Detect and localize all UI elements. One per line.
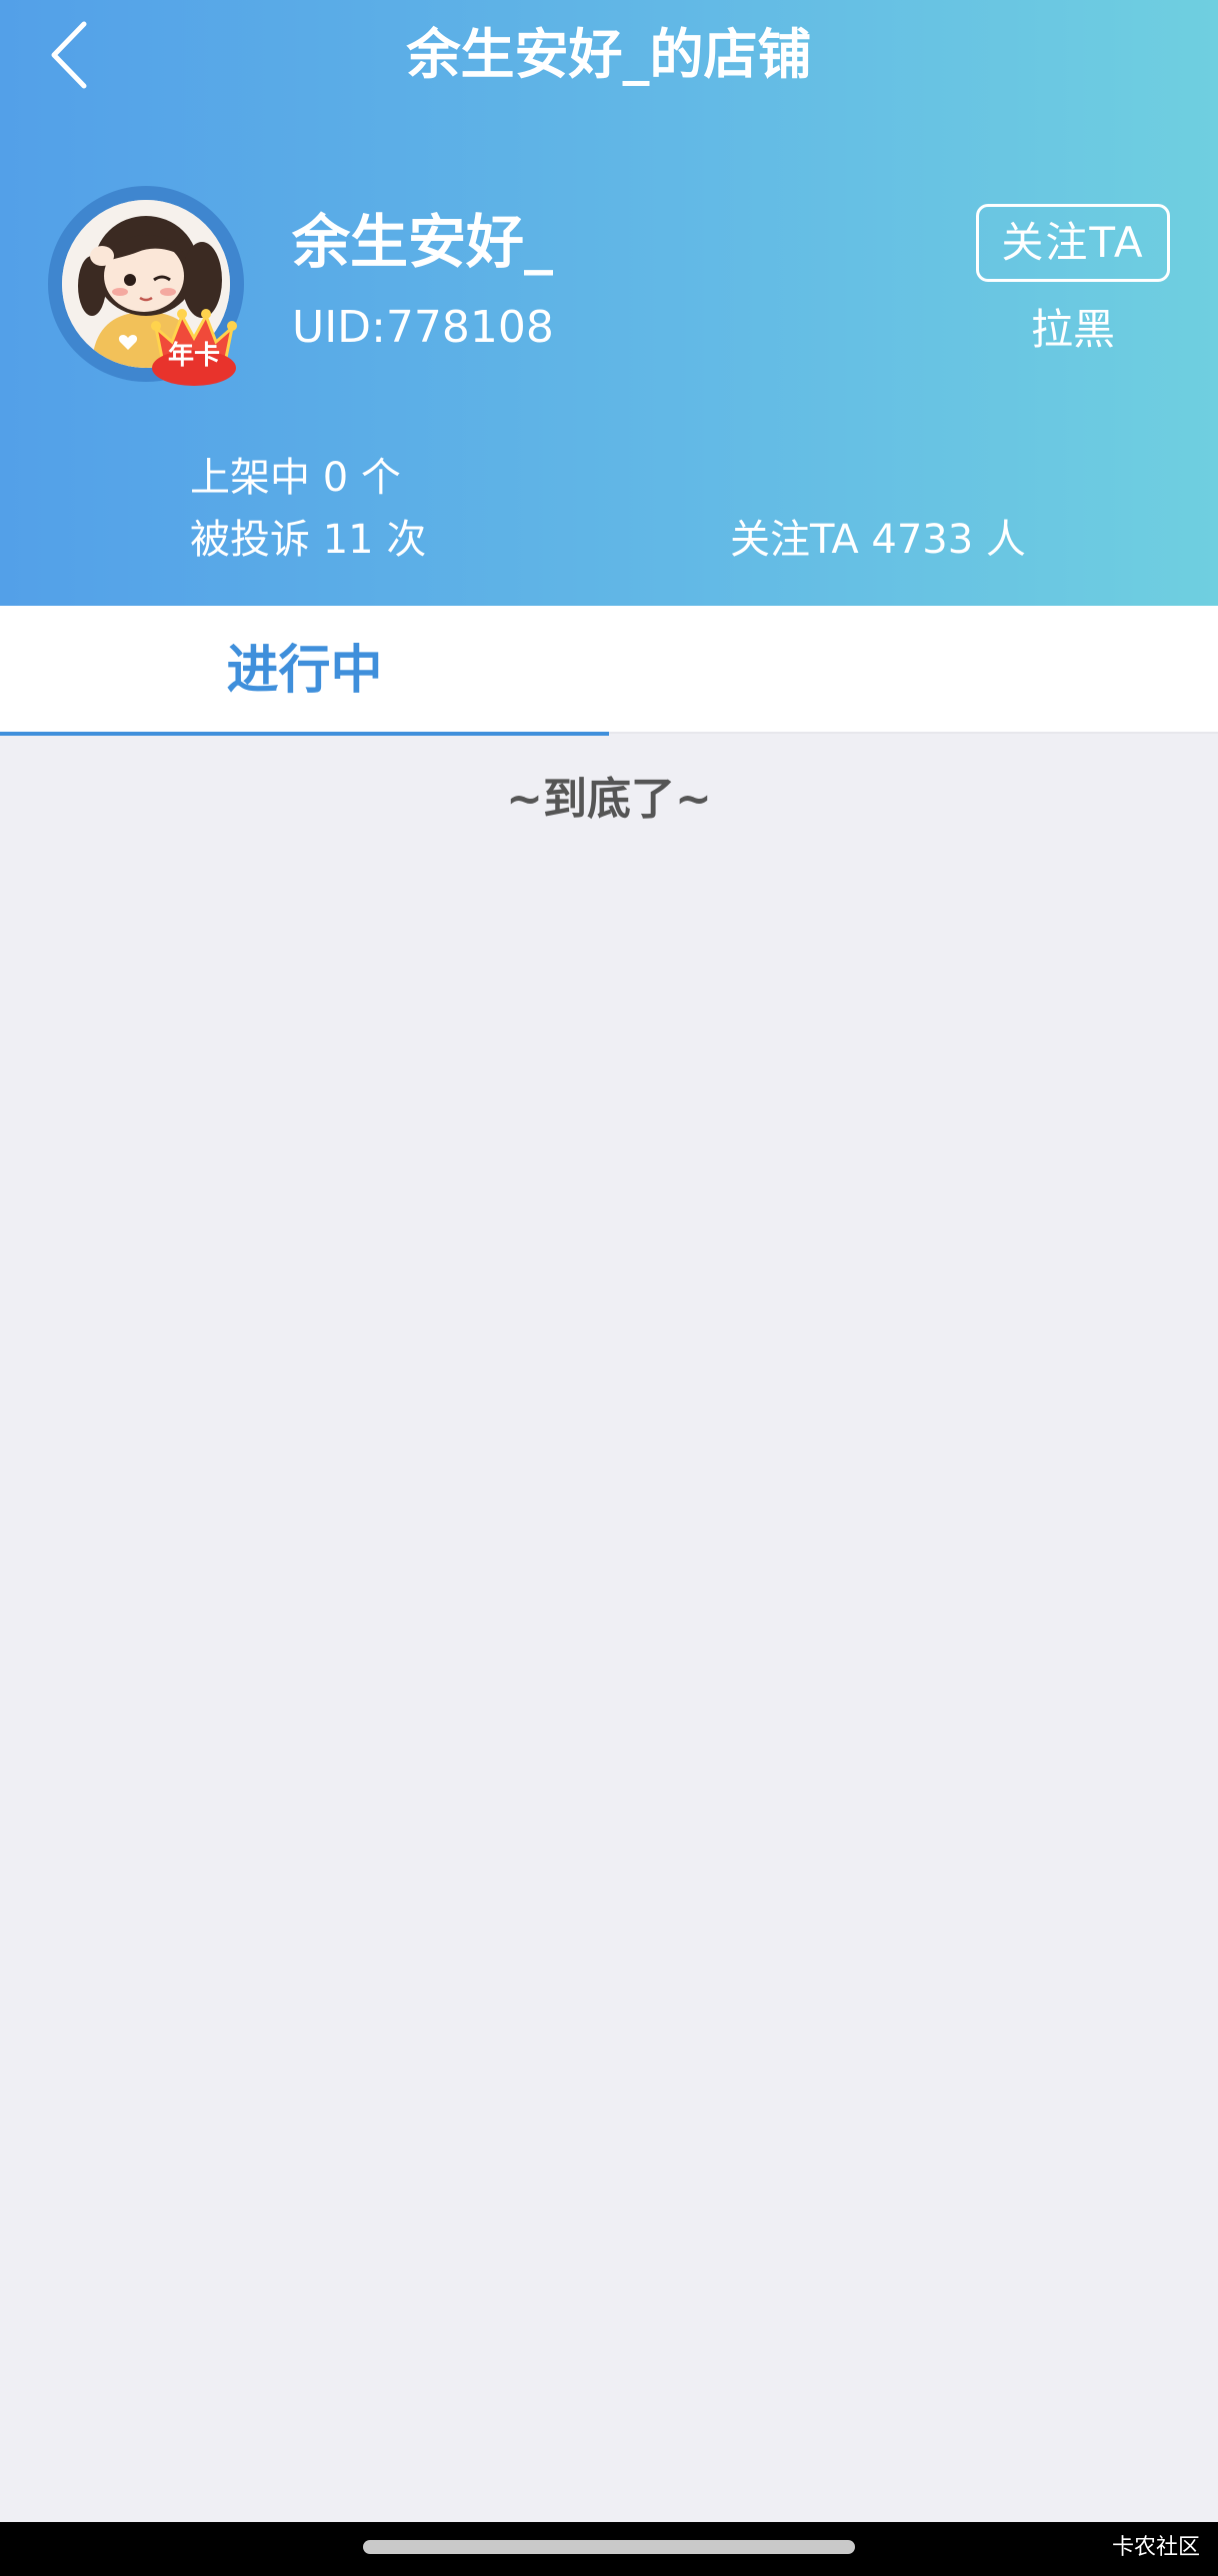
page-title: 余生安好_的店铺 xyxy=(406,23,812,86)
system-nav-bar: 卡农社区 xyxy=(0,2522,1218,2576)
tab-bar: 进行中 xyxy=(0,606,1218,736)
avatar[interactable]: 年卡 xyxy=(48,186,244,386)
block-button[interactable]: 拉黑 xyxy=(976,300,1170,360)
user-id: UID:778108 xyxy=(292,302,554,353)
end-of-list-text: ~到底了~ xyxy=(506,774,712,825)
follow-button[interactable]: 关注TA xyxy=(976,204,1170,282)
tab-label: 进行中 xyxy=(226,641,383,701)
username: 余生安好_ xyxy=(292,208,554,276)
follower-count: 关注TA 4733 人 xyxy=(730,517,1026,563)
active-tab-indicator xyxy=(0,732,609,736)
home-indicator[interactable] xyxy=(363,2540,855,2554)
complaint-count: 被投诉 11 次 xyxy=(190,517,427,563)
tab-in-progress[interactable]: 进行中 xyxy=(0,606,609,736)
badge-label: 年卡 xyxy=(167,341,220,371)
annual-card-badge: 年卡 xyxy=(144,298,244,386)
watermark: 卡农社区 xyxy=(1111,2535,1200,2560)
listed-count: 上架中 0 个 xyxy=(190,455,401,501)
shop-header: 余生安好_的店铺 年卡 余生安好_ UID:778108 关注TA 拉黑 上架中… xyxy=(0,0,1218,606)
